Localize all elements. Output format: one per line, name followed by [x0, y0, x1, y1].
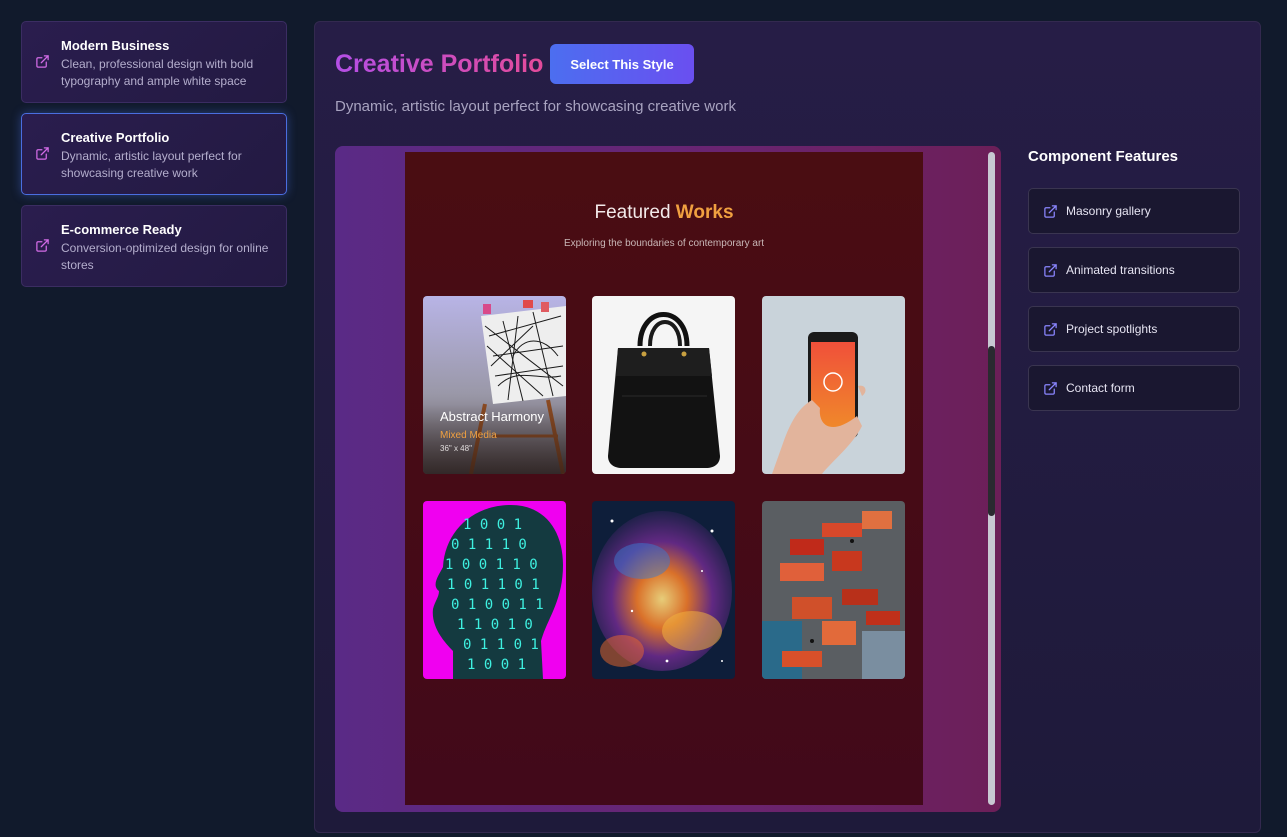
svg-text:0 1 0 0 1 1: 0 1 0 0 1 1	[451, 597, 544, 613]
preview-title-accent: Works	[675, 202, 734, 223]
external-link-icon	[1043, 322, 1058, 337]
svg-text:0 1 1 0 1: 0 1 1 0 1	[463, 637, 539, 653]
style-detail-panel: Creative Portfolio Select This Style Dyn…	[314, 21, 1261, 833]
page-title: Creative Portfolio	[335, 43, 543, 85]
handbag-image	[592, 296, 735, 474]
feature-animated-transitions[interactable]: Animated transitions	[1028, 247, 1240, 293]
feature-label: Masonry gallery	[1066, 204, 1151, 218]
external-link-icon	[35, 238, 50, 253]
style-card-description: Conversion-optimized design for online s…	[61, 241, 269, 272]
feature-project-spotlights[interactable]: Project spotlights	[1028, 306, 1240, 352]
paint-strokes-image	[762, 501, 905, 679]
svg-text:0 1 1 1 0: 0 1 1 1 0	[451, 537, 527, 553]
svg-text:1 0 0 1 1 0: 1 0 0 1 1 0	[445, 557, 538, 573]
style-card-ecommerce-ready[interactable]: E-commerce Ready Conversion-optimized de…	[21, 205, 287, 287]
gallery-tile-paint-strokes[interactable]	[762, 501, 905, 679]
svg-text:1 1 0 1 0: 1 1 0 1 0	[457, 617, 533, 633]
feature-label: Project spotlights	[1066, 322, 1158, 336]
preview-viewport[interactable]: Featured Works Exploring the boundaries …	[405, 152, 923, 805]
tile-caption-medium: Mixed Media	[440, 430, 497, 441]
nebula-image	[592, 501, 735, 679]
gallery-tile-phone[interactable]	[762, 296, 905, 474]
feature-contact-form[interactable]: Contact form	[1028, 365, 1240, 411]
gallery-tile-binary-head[interactable]: 1 0 0 1 0 1 1 1 0 1 0 0 1 1 0 1 0 1 1 0 …	[423, 501, 566, 679]
binary-head-image: 1 0 0 1 0 1 1 1 0 1 0 0 1 1 0 1 0 1 1 0 …	[423, 501, 566, 679]
svg-text:1 0 0 1: 1 0 0 1	[467, 657, 526, 673]
external-link-icon	[35, 146, 50, 161]
feature-label: Animated transitions	[1066, 263, 1175, 277]
external-link-icon	[1043, 204, 1058, 219]
tile-caption-title: Abstract Harmony	[440, 409, 545, 424]
preview-title: Featured Works	[405, 202, 923, 224]
external-link-icon	[1043, 381, 1058, 396]
style-card-description: Dynamic, artistic layout perfect for sho…	[61, 149, 242, 180]
component-features: Component Features Masonry gallery Anima…	[1028, 148, 1240, 424]
svg-text:1 0 1 1 0 1: 1 0 1 1 0 1	[447, 577, 540, 593]
select-style-button[interactable]: Select This Style	[550, 44, 694, 84]
tile-caption: Abstract Harmony Mixed Media 36" x 48"	[440, 409, 544, 455]
style-list: Modern Business Clean, professional desi…	[21, 21, 287, 297]
gallery-tile-nebula[interactable]	[592, 501, 735, 679]
detail-header: Creative Portfolio Select This Style	[335, 43, 694, 85]
svg-text:1 0 0 1: 1 0 0 1	[463, 517, 522, 533]
preview-title-prefix: Featured	[594, 202, 671, 223]
style-card-title: Creative Portfolio	[61, 130, 170, 145]
style-card-creative-portfolio[interactable]: Creative Portfolio Dynamic, artistic lay…	[21, 113, 287, 195]
style-card-title: Modern Business	[61, 38, 170, 53]
phone-in-hand-image	[762, 296, 905, 474]
preview-subtitle: Exploring the boundaries of contemporary…	[563, 238, 765, 249]
features-title: Component Features	[1028, 148, 1179, 165]
style-card-description: Clean, professional design with bold typ…	[61, 57, 254, 88]
external-link-icon	[35, 54, 50, 69]
tile-caption-dimensions: 36" x 48"	[440, 444, 472, 453]
gallery-tile-handbag[interactable]	[592, 296, 735, 474]
preview-scrollbar-thumb[interactable]	[988, 346, 995, 516]
preview-frame: Featured Works Exploring the boundaries …	[335, 146, 1001, 812]
feature-masonry-gallery[interactable]: Masonry gallery	[1028, 188, 1240, 234]
external-link-icon	[1043, 263, 1058, 278]
page-description: Dynamic, artistic layout perfect for sho…	[335, 98, 736, 115]
gallery-tile-abstract-artwork[interactable]: Abstract Harmony Mixed Media 36" x 48"	[423, 296, 566, 474]
feature-label: Contact form	[1066, 381, 1135, 395]
style-card-modern-business[interactable]: Modern Business Clean, professional desi…	[21, 21, 287, 103]
style-card-title: E-commerce Ready	[61, 222, 182, 237]
